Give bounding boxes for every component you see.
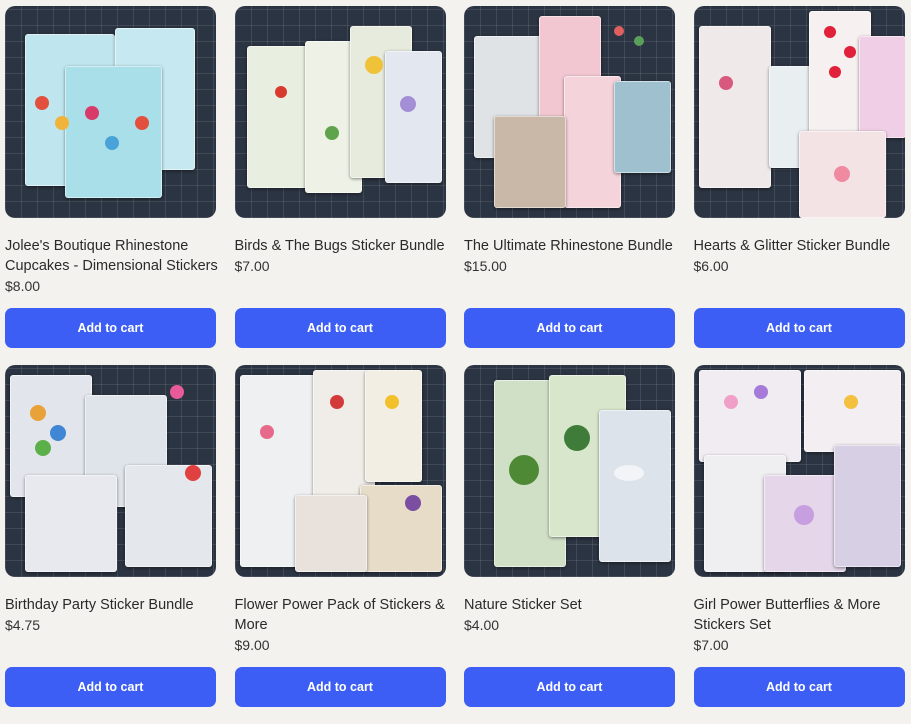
add-to-cart-button[interactable]: Add to cart (693, 667, 905, 707)
product-card: Birds & The Bugs Sticker Bundle $7.00 Ad… (234, 6, 446, 365)
product-image[interactable] (234, 365, 446, 577)
product-price: $7.00 (693, 637, 729, 653)
product-title[interactable]: Jolee's Boutique Rhinestone Cupcakes - D… (5, 236, 220, 276)
product-card: Girl Power Butterflies & More Stickers S… (693, 365, 905, 724)
add-to-cart-button[interactable]: Add to cart (234, 667, 446, 707)
product-image[interactable] (234, 6, 446, 218)
product-image[interactable] (464, 6, 675, 218)
product-title[interactable]: The Ultimate Rhinestone Bundle (464, 236, 679, 256)
product-title[interactable]: Nature Sticker Set (464, 595, 679, 615)
product-price: $4.75 (5, 617, 41, 633)
product-grid: Jolee's Boutique Rhinestone Cupcakes - D… (5, 6, 906, 724)
product-title[interactable]: Hearts & Glitter Sticker Bundle (694, 236, 909, 256)
product-card: Nature Sticker Set $4.00 Add to cart (464, 365, 675, 724)
product-title[interactable]: Birthday Party Sticker Bundle (5, 595, 220, 615)
add-to-cart-button[interactable]: Add to cart (5, 308, 216, 348)
product-price: $9.00 (234, 637, 270, 653)
add-to-cart-button[interactable]: Add to cart (693, 308, 905, 348)
product-title[interactable]: Birds & The Bugs Sticker Bundle (235, 236, 450, 256)
add-to-cart-button[interactable]: Add to cart (464, 667, 675, 707)
add-to-cart-button[interactable]: Add to cart (464, 308, 675, 348)
add-to-cart-button[interactable]: Add to cart (5, 667, 216, 707)
product-card: Hearts & Glitter Sticker Bundle $6.00 Ad… (693, 6, 905, 365)
product-image[interactable] (5, 365, 216, 577)
product-card: Jolee's Boutique Rhinestone Cupcakes - D… (5, 6, 218, 365)
product-card: The Ultimate Rhinestone Bundle $15.00 Ad… (464, 6, 675, 365)
product-price: $4.00 (464, 617, 500, 633)
product-image[interactable] (693, 6, 905, 218)
product-title[interactable]: Flower Power Pack of Stickers & More (235, 595, 450, 635)
product-price: $7.00 (234, 258, 270, 274)
product-image[interactable] (464, 365, 675, 577)
product-price: $15.00 (464, 258, 507, 274)
product-title[interactable]: Girl Power Butterflies & More Stickers S… (694, 595, 909, 635)
add-to-cart-button[interactable]: Add to cart (234, 308, 446, 348)
product-card: Birthday Party Sticker Bundle $4.75 Add … (5, 365, 216, 724)
product-image[interactable] (5, 6, 216, 218)
product-price: $6.00 (693, 258, 729, 274)
product-image[interactable] (693, 365, 905, 577)
product-price: $8.00 (5, 278, 41, 294)
product-card: Flower Power Pack of Stickers & More $9.… (234, 365, 446, 724)
